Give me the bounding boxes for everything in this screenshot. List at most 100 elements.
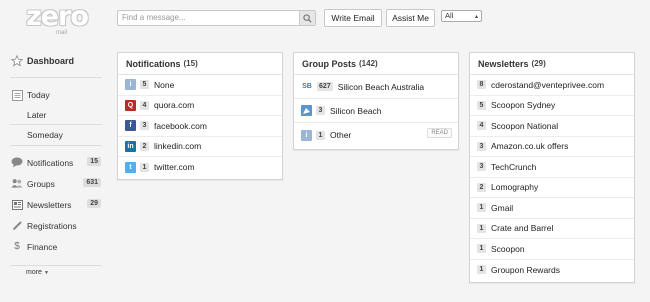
filter-select[interactable]: All ▴︎ [441,10,482,22]
list-item[interactable]: i 1 Other READ [294,123,458,147]
item-count: 1 [140,162,149,172]
list-item[interactable]: 2 Lomography [470,178,634,198]
divider [10,145,102,146]
sidebar-item-dashboard[interactable]: Dashboard [0,50,112,71]
list-item[interactable]: 4 Scoopon National [470,116,634,137]
quora-icon: Q [125,99,136,111]
list-item[interactable]: i 5 None [118,75,282,96]
item-label: Crate and Barrel [491,223,554,234]
notifications-panel: Notifications (15) i 5 None Q 4 quora.co… [117,52,283,180]
sidebar-label-finance: Finance [27,241,58,252]
sidebar-item-later[interactable]: Later [0,104,112,125]
sidebar-item-registrations[interactable]: Registrations [0,215,112,236]
linkedin-icon: in [125,140,136,152]
list-item[interactable]: SB 627 Silicon Beach Australia [294,75,458,99]
item-label: Lomography [491,182,539,193]
logo-subtitle: mail [56,30,68,36]
list-item[interactable]: 1 Groupon Rewards [470,260,634,281]
sidebar-item-finance[interactable]: $ Finance [0,236,112,257]
item-label: Scoopon National [491,120,559,131]
item-count: 2 [477,182,486,192]
search-box[interactable]: Find a message... [117,10,316,26]
sidebar-label-someday: Someday [27,129,63,140]
item-count: 5 [140,80,149,90]
group-posts-panel-count: (142) [359,59,378,68]
item-label: TechCrunch [491,161,537,172]
sidebar-item-notifications[interactable]: Notifications 15 [0,152,112,173]
notifications-panel-count: (15) [183,59,198,68]
newsletters-count-badge: 29 [87,199,101,208]
list-item[interactable]: Q 4 quora.com [118,96,282,116]
write-email-button[interactable]: Write Email [324,9,382,27]
sidebar-label-groups: Groups [27,178,55,189]
list-item[interactable]: t 1 twitter.com [118,157,282,178]
sidebar-label-notifications: Notifications [27,157,74,168]
item-count: 4 [140,100,149,110]
item-count: 1 [477,223,486,233]
list-item[interactable]: 5 Scoopon Sydney [470,96,634,116]
sidebar-item-today[interactable]: Today [0,84,112,105]
groups-count-badge: 631 [83,178,101,187]
more-label: more [26,269,42,276]
item-label: None [154,79,175,90]
search-input[interactable]: Find a message... [122,13,186,22]
newsletters-panel-title: Newsletters [478,58,529,69]
list-item[interactable]: 1 Crate and Barrel [470,219,634,239]
list-item[interactable]: 1 Gmail [470,198,634,219]
app-logo[interactable]: zero mail [26,3,89,41]
sb-group-icon: SB [302,83,312,90]
notifications-panel-header[interactable]: Notifications (15) [118,53,282,75]
dollar-icon: $ [14,241,20,252]
newsletters-panel: Newsletters (29) 8 cderostand@venteprivee… [469,52,635,283]
group-posts-panel-header[interactable]: Group Posts (142) [294,53,458,75]
sidebar-label-today: Today [27,89,50,100]
filter-select-value: All [445,11,454,20]
item-label: linkedin.com [154,141,202,152]
item-count: 4 [477,121,486,131]
info-icon: i [125,79,136,91]
more-toggle[interactable]: more ▼ [0,262,112,283]
group-posts-panel: Group Posts (142) SB 627 Silicon Beach A… [293,52,459,150]
assist-me-button[interactable]: Assist Me [386,9,435,27]
item-count: 1 [477,244,486,254]
divider [10,77,102,78]
item-label: twitter.com [154,162,195,173]
caret-down-icon: ▼ [43,269,49,276]
star-icon [11,54,23,67]
item-count: 1 [477,203,486,213]
group-posts-panel-title: Group Posts [302,58,357,69]
list-item[interactable]: 8 cderostand@venteprivee.com [470,75,634,96]
updown-arrow-icon: ▴︎ [474,14,478,20]
item-count: 2 [140,141,149,151]
sidebar-label-dashboard: Dashboard [27,55,75,66]
sidebar-item-someday[interactable]: Someday [0,124,112,145]
item-count: 8 [477,80,486,90]
list-item[interactable]: 3 TechCrunch [470,157,634,178]
sidebar-item-groups[interactable]: Groups 631 [0,173,112,194]
list-item[interactable]: 3 Amazon.co.uk offers [470,137,634,157]
list-item[interactable]: 3 Silicon Beach [294,99,458,123]
item-count: 3 [477,162,486,172]
facebook-icon: f [125,120,136,132]
info-icon: i [301,129,312,141]
group-avatar-icon [301,105,312,116]
item-count: 3 [316,106,325,115]
item-count: 627 [317,82,333,91]
list-item[interactable]: 1 Scoopon [470,239,634,260]
read-button[interactable]: READ [427,128,452,138]
search-icon [303,13,312,23]
item-count: 5 [477,100,486,110]
item-label: cderostand@venteprivee.com [491,79,605,90]
twitter-icon: t [125,161,136,173]
sidebar-label-later: Later [27,109,47,120]
newsletters-panel-count: (29) [531,59,546,68]
sidebar-label-newsletters: Newsletters [27,199,72,210]
item-count: 1 [477,265,486,275]
item-count: 3 [477,141,486,151]
speech-bubble-icon [11,157,23,169]
newsletters-panel-header[interactable]: Newsletters (29) [470,53,634,75]
sidebar-item-newsletters[interactable]: Newsletters 29 [0,194,112,215]
search-button[interactable] [299,11,315,25]
list-item[interactable]: f 3 facebook.com [118,116,282,137]
list-item[interactable]: in 2 linkedin.com [118,137,282,157]
